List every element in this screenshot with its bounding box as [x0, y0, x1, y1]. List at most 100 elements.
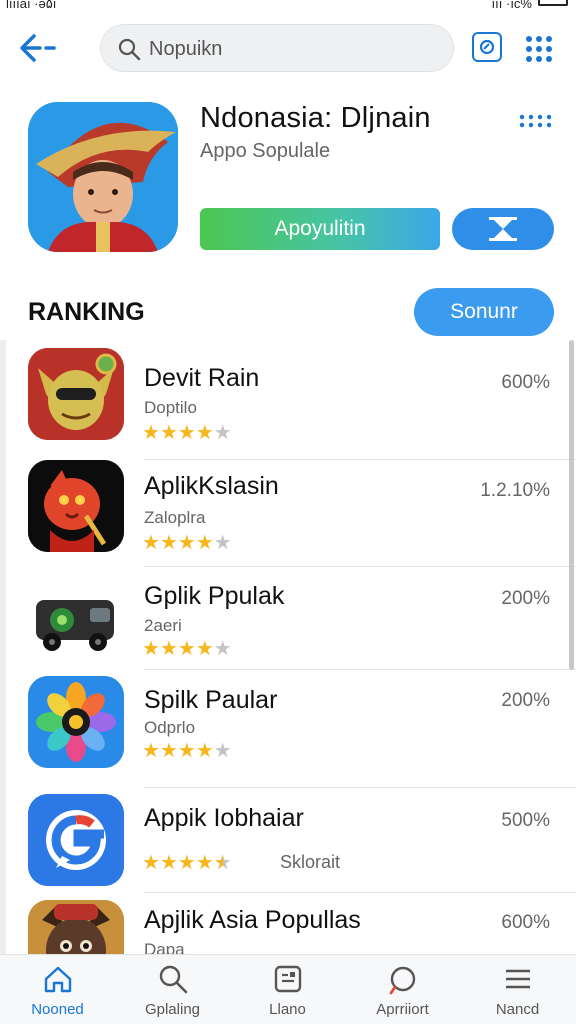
app-name: Spilk Paular	[144, 686, 278, 714]
star-icon: ★	[195, 740, 214, 762]
scrollbar[interactable]	[569, 340, 574, 670]
divider	[144, 669, 576, 670]
featured-app-subtitle: Appo Sopulale	[200, 140, 331, 162]
app-subtitle: Zaloplra	[144, 508, 206, 527]
nav-updates[interactable]: Aprriiort	[345, 955, 460, 1024]
scan-icon	[479, 39, 495, 55]
search-input[interactable]: Nopuikn	[100, 24, 454, 72]
nav-label: Aprriiort	[376, 1001, 429, 1018]
nav-label: Llano	[269, 1001, 306, 1018]
star-icon: ★	[159, 422, 178, 444]
star-icon: ★	[177, 422, 196, 444]
status-signal: ııı ·ıᴄ%	[491, 0, 532, 11]
search-icon	[159, 965, 188, 994]
star-icon: ★	[213, 740, 232, 762]
app-stat: 200%	[501, 690, 550, 711]
hourglass-icon	[489, 217, 517, 241]
star-icon: ★	[142, 532, 160, 554]
app-stat: 200%	[501, 588, 550, 609]
goblin-icon	[28, 348, 124, 440]
app-name: Apjlik Asia Popullas	[144, 906, 361, 934]
rating-stars: ★★★★★	[142, 738, 232, 763]
bottom-navigation: Nooned Gplaling Llano Aprriiort Nancd	[0, 954, 576, 1024]
star-icon: ★	[177, 638, 196, 660]
star-icon: ★	[195, 422, 214, 444]
featured-app-icon[interactable]	[28, 102, 178, 252]
list-item[interactable]: Spilk Paular Odprlo ★★★★★ 200%	[0, 676, 576, 792]
star-icon: ★	[142, 852, 160, 874]
nav-home[interactable]: Nooned	[0, 955, 115, 1024]
divider	[144, 892, 576, 893]
rating-stars: ★★★★★	[142, 420, 232, 445]
section-title: RANKING	[28, 298, 145, 326]
app-icon[interactable]	[28, 578, 124, 670]
van-icon	[36, 600, 114, 651]
star-icon: ★	[142, 638, 160, 660]
ranking-section-header: RANKING Sonunr	[0, 288, 576, 336]
nav-apps[interactable]: Llano	[230, 955, 345, 1024]
list-item[interactable]: AplikKslasin Zaloplra ★★★★★ 1.2.10%	[0, 460, 576, 572]
character-icon	[28, 102, 178, 252]
top-bar: Nopuikn	[0, 22, 576, 74]
featured-app-title: Ndonasia: Dljnain	[200, 102, 431, 134]
more-options-button[interactable]	[518, 114, 554, 128]
app-subtitle: Odprlo	[144, 718, 196, 737]
battery-icon	[538, 0, 568, 6]
rating-stars: ★★★★★	[142, 636, 232, 661]
back-arrow-icon	[20, 34, 56, 62]
star-icon: ★	[195, 638, 214, 660]
app-subtitle: Doptilo	[144, 398, 197, 417]
scan-button[interactable]	[472, 32, 502, 62]
nav-label: Nooned	[31, 1001, 84, 1018]
g-logo-icon	[28, 794, 124, 886]
app-icon[interactable]	[28, 348, 124, 440]
flower-icon	[28, 676, 124, 768]
nav-label: Gplaling	[144, 1001, 201, 1018]
star-icon: ★	[213, 422, 232, 444]
update-icon	[389, 966, 416, 995]
star-icon: ★	[213, 852, 232, 874]
app-icon[interactable]	[28, 794, 124, 886]
rating-stars: ★★★★★	[142, 850, 232, 875]
app-stat: 1.2.10%	[480, 480, 550, 501]
app-icon[interactable]	[28, 900, 124, 954]
star-icon: ★	[159, 532, 178, 554]
app-stat: 600%	[501, 372, 550, 393]
star-icon: ★	[213, 638, 232, 660]
app-name: Appik Iobhaiar	[144, 804, 304, 832]
app-meta: Sklorait	[280, 852, 341, 872]
more-dots-icon	[519, 114, 552, 128]
list-item[interactable]: Apjlik Asia Popullas Dapa 600%	[0, 896, 576, 954]
nav-search[interactable]: Gplaling	[115, 955, 230, 1024]
dog-icon	[28, 900, 124, 954]
star-icon: ★	[159, 852, 178, 874]
rating-stars: ★★★★★	[142, 530, 232, 555]
app-stat: 600%	[501, 912, 550, 933]
nav-menu[interactable]: Nancd	[460, 955, 575, 1024]
star-icon: ★	[177, 740, 196, 762]
star-icon: ★	[159, 638, 178, 660]
star-icon: ★	[159, 740, 178, 762]
app-icon[interactable]	[28, 460, 124, 552]
featured-app: Ndonasia: Dljnain Appo Sopulale Apoyulit…	[0, 100, 576, 260]
divider	[144, 566, 576, 567]
ranking-list[interactable]: Devit Rain Doptilo ★★★★★ 600% AplikKslas…	[0, 340, 576, 954]
list-item[interactable]: Devit Rain Doptilo ★★★★★ 600%	[0, 348, 576, 460]
star-icon: ★	[213, 532, 232, 554]
star-icon: ★	[142, 740, 160, 762]
star-icon: ★	[142, 422, 160, 444]
list-item[interactable]: Appik Iobhaiar ★★★★★ Sklorait 500%	[0, 792, 576, 896]
back-button[interactable]	[18, 30, 58, 66]
section-action-button[interactable]: Sonunr	[414, 288, 554, 336]
star-icon: ★	[195, 852, 214, 874]
wishlist-button[interactable]	[452, 208, 554, 250]
star-icon: ★	[195, 532, 214, 554]
install-button[interactable]: Apoyulitin	[200, 208, 440, 250]
menu-icon	[506, 969, 530, 989]
grid-menu-button[interactable]	[524, 34, 554, 64]
list-item[interactable]: Gplik Ppulak 2aeri ★★★★★ 200%	[0, 572, 576, 676]
star-icon: ★	[177, 532, 196, 554]
app-icon[interactable]	[28, 676, 124, 768]
red-bird-icon	[28, 460, 124, 552]
star-icon: ★	[177, 852, 196, 874]
